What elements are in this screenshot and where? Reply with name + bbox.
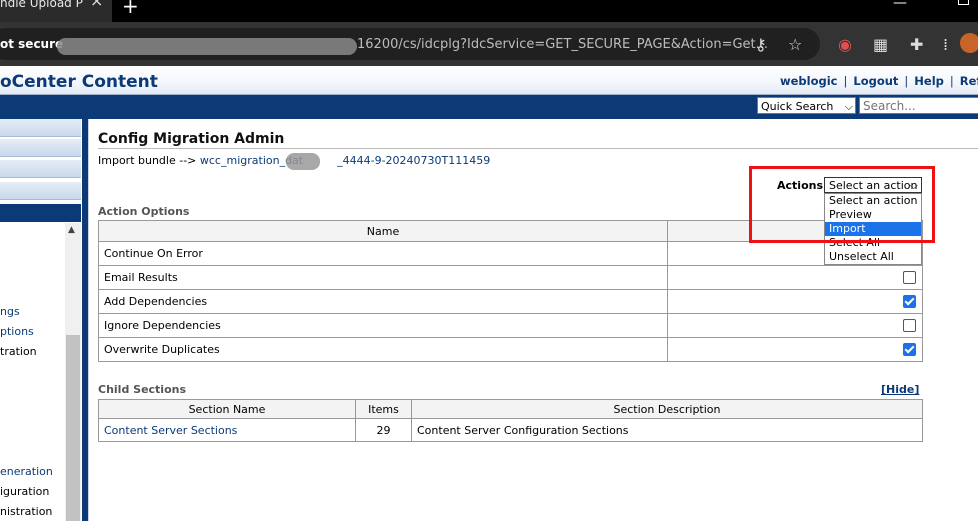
quick-search-select[interactable]: Quick Search ⌵ xyxy=(757,97,856,114)
table-row: Content Server Sections 29 Content Serve… xyxy=(98,418,923,442)
overwrite-duplicates-checkbox[interactable] xyxy=(903,343,916,357)
title-divider xyxy=(98,148,978,149)
option-checkbox-cell xyxy=(667,265,923,290)
child-sections-table: Section Name Items Section Description C… xyxy=(98,399,923,442)
browser-tab[interactable]: ndle Upload P × xyxy=(0,0,112,22)
left-nav-item[interactable]: eneration xyxy=(0,465,53,478)
top-links: weblogic|Logout|Help|Refresh P xyxy=(780,74,978,88)
annotation-highlight-box xyxy=(749,166,935,243)
redacted-url-segment xyxy=(57,38,357,55)
qr-code-icon[interactable]: ▦ xyxy=(873,35,888,54)
profile-avatar[interactable] xyxy=(960,33,978,53)
email-results-checkbox[interactable] xyxy=(903,271,916,285)
left-nav-item[interactable]: tration xyxy=(0,345,37,358)
section-description-cell: Content Server Configuration Sections xyxy=(411,418,923,442)
address-bar-url[interactable]: 16200/cs/idcplg?IdcService=GET_SECURE_PA… xyxy=(357,37,768,52)
bookmark-star-icon[interactable]: ☆ xyxy=(788,35,802,54)
column-header-items: Items xyxy=(355,399,412,419)
section-name-cell: Content Server Sections xyxy=(98,418,356,442)
left-nav-tab[interactable] xyxy=(0,119,81,137)
option-checkbox-cell xyxy=(667,337,923,362)
left-nav-active-tab[interactable] xyxy=(0,204,81,222)
chevron-down-icon: ⌵ xyxy=(844,100,853,113)
sidebar-divider-icon: ⁞ xyxy=(943,35,949,54)
quick-search-value: Quick Search xyxy=(761,100,834,113)
column-header-name: Name xyxy=(98,220,668,242)
option-checkbox-cell xyxy=(667,313,923,338)
left-nav-item[interactable]: ngs xyxy=(0,305,20,318)
left-nav-divider xyxy=(82,119,88,521)
search-input[interactable] xyxy=(859,97,978,114)
hide-child-sections-link[interactable]: [Hide] xyxy=(881,383,919,396)
option-name: Add Dependencies xyxy=(98,289,668,314)
option-checkbox-cell xyxy=(667,289,923,314)
user-link[interactable]: weblogic xyxy=(780,74,838,88)
left-nav-item[interactable]: ptions xyxy=(0,325,34,338)
left-nav-tab[interactable] xyxy=(0,160,81,178)
page-title: Config Migration Admin xyxy=(98,131,285,147)
minimize-window-icon[interactable]: — xyxy=(893,0,907,11)
column-header-section-name: Section Name xyxy=(98,399,356,419)
left-nav-tab[interactable] xyxy=(0,182,81,200)
redacted-bundle-segment xyxy=(286,153,320,170)
child-sections-label: Child Sections xyxy=(98,383,187,396)
table-row: Continue On Error xyxy=(98,241,923,266)
section-name-link[interactable]: Content Server Sections xyxy=(104,424,237,437)
option-name: Ignore Dependencies xyxy=(98,313,668,338)
action-option-unselect-all[interactable]: Unselect All xyxy=(825,250,921,264)
option-name: Continue On Error xyxy=(98,241,668,266)
help-link[interactable]: Help xyxy=(914,74,944,88)
table-row: Overwrite Duplicates xyxy=(98,337,923,362)
section-items-cell: 29 xyxy=(355,418,412,442)
security-indicator[interactable]: ot secure xyxy=(0,37,63,51)
browser-tab-bar xyxy=(0,0,978,22)
app-title: oCenter Content xyxy=(0,72,158,92)
extensions-puzzle-icon[interactable]: ✚ xyxy=(910,35,923,54)
ignore-dependencies-checkbox[interactable] xyxy=(903,319,916,333)
action-options-label: Action Options xyxy=(98,205,190,218)
column-header-section-description: Section Description xyxy=(411,399,923,419)
table-row: Ignore Dependencies xyxy=(98,313,923,338)
bundle-link[interactable]: wcc_migration_dat _4444-9-20240730T111459 xyxy=(200,154,490,167)
left-nav-item[interactable]: nistration xyxy=(0,505,52,518)
left-nav-item[interactable]: iguration xyxy=(0,485,49,498)
add-dependencies-checkbox[interactable] xyxy=(903,295,916,309)
scroll-up-arrow-icon[interactable]: ▲ xyxy=(68,225,75,235)
table-header-row: Section Name Items Section Description xyxy=(98,399,923,419)
new-tab-icon[interactable]: + xyxy=(122,0,139,18)
import-bundle-prefix: Import bundle --> xyxy=(98,154,197,167)
option-name: Overwrite Duplicates xyxy=(98,337,668,362)
maximize-window-icon[interactable] xyxy=(958,0,969,5)
browser-tab-title: ndle Upload P xyxy=(0,0,83,10)
option-name: Email Results xyxy=(98,265,668,290)
refresh-link[interactable]: Refresh P xyxy=(960,74,978,88)
screen-record-icon[interactable]: ◉ xyxy=(838,35,852,54)
bundle-name-end: _4444-9-20240730T111459 xyxy=(337,154,491,167)
logout-link[interactable]: Logout xyxy=(853,74,898,88)
table-row: Email Results xyxy=(98,265,923,290)
table-row: Add Dependencies xyxy=(98,289,923,314)
close-tab-icon[interactable]: × xyxy=(90,0,103,9)
password-key-icon[interactable]: ⚷ xyxy=(755,35,767,54)
left-nav-scroll-thumb[interactable] xyxy=(66,335,80,521)
left-nav-tab[interactable] xyxy=(0,139,81,157)
